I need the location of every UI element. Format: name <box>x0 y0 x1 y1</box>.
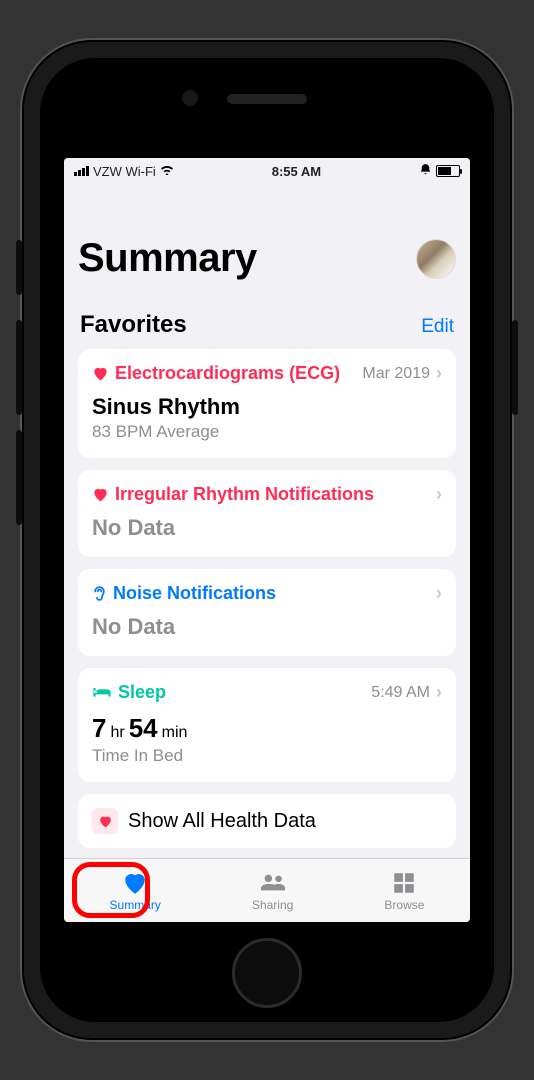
card-sleep-timestamp: 5:49 AM <box>371 684 430 702</box>
tab-browse[interactable]: Browse <box>384 870 424 912</box>
favorites-heading: Favorites <box>80 311 187 339</box>
card-irregular-rhythm[interactable]: Irregular Rhythm Notifications › No Data <box>78 470 456 557</box>
chevron-right-icon: › <box>436 363 442 384</box>
card-ecg[interactable]: Electrocardiograms (ECG) Mar 2019 › Sinu… <box>78 349 456 458</box>
card-noise-title: Noise Notifications <box>113 583 276 604</box>
tab-browse-label: Browse <box>384 898 424 912</box>
battery-icon <box>436 165 460 177</box>
chevron-right-icon: › <box>436 484 442 505</box>
heart-icon <box>92 366 109 381</box>
card-ecg-title: Electrocardiograms (ECG) <box>115 363 340 384</box>
carrier-label: VZW Wi-Fi <box>93 164 156 179</box>
card-ecg-value: Sinus Rhythm <box>92 394 442 420</box>
alarm-icon <box>419 163 432 179</box>
ear-icon <box>92 585 107 603</box>
card-irregular-value: No Data <box>92 515 442 541</box>
heart-icon <box>92 487 109 502</box>
signal-icon <box>74 166 89 176</box>
avatar[interactable] <box>416 239 456 279</box>
people-icon <box>260 870 286 896</box>
tab-sharing[interactable]: Sharing <box>252 870 293 912</box>
show-all-label: Show All Health Data <box>128 810 316 833</box>
edit-button[interactable]: Edit <box>421 316 454 338</box>
card-ecg-timestamp: Mar 2019 <box>362 365 430 383</box>
grid-icon <box>391 870 417 896</box>
card-ecg-subvalue: 83 BPM Average <box>92 422 442 442</box>
tab-sharing-label: Sharing <box>252 898 293 912</box>
heart-icon <box>92 808 118 834</box>
card-sleep-value: 7hr 54min <box>92 713 442 744</box>
bed-icon <box>92 686 112 700</box>
card-sleep-title: Sleep <box>118 682 166 703</box>
card-noise-value: No Data <box>92 614 442 640</box>
tab-summary[interactable]: Summary <box>110 870 161 912</box>
status-bar: VZW Wi-Fi 8:55 AM <box>64 158 470 184</box>
tab-summary-label: Summary <box>110 898 161 912</box>
heart-icon <box>122 870 148 896</box>
tab-bar: Summary Sharing Browse <box>64 858 470 922</box>
card-irregular-title: Irregular Rhythm Notifications <box>115 484 374 505</box>
chevron-right-icon: › <box>436 682 442 703</box>
card-sleep-subvalue: Time In Bed <box>92 746 442 766</box>
card-noise[interactable]: Noise Notifications › No Data <box>78 569 456 656</box>
card-sleep[interactable]: Sleep 5:49 AM › 7hr 54min Time In Bed <box>78 668 456 782</box>
clock-label: 8:55 AM <box>272 164 321 179</box>
page-title: Summary <box>78 236 257 281</box>
chevron-right-icon: › <box>436 583 442 604</box>
wifi-icon <box>160 164 174 178</box>
show-all-health-data-button[interactable]: Show All Health Data <box>78 794 456 848</box>
